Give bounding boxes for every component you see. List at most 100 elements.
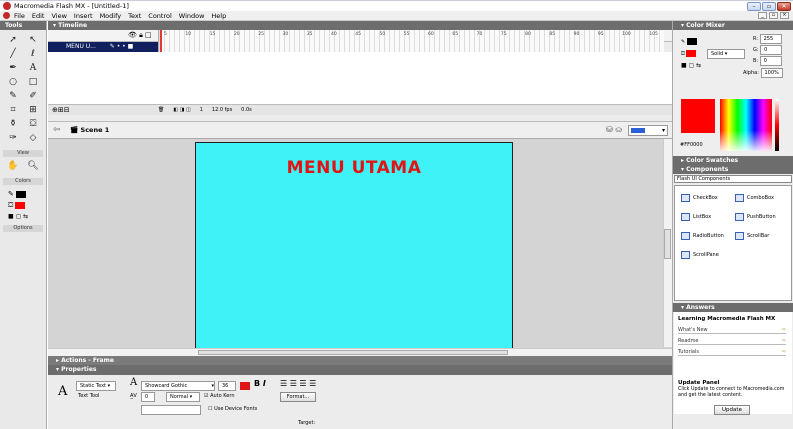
format-button[interactable]: Format... <box>280 392 316 402</box>
zoom-dropdown[interactable]: ▾ <box>628 125 668 136</box>
edit-symbol-icons[interactable]: ⛁ ⛀ <box>606 125 622 134</box>
layer-row[interactable]: MENU U... ✎ • • ■ <box>48 42 158 52</box>
close-button[interactable]: ✕ <box>777 2 791 11</box>
swap-colors-icons[interactable]: ■ ▢ ⇆ <box>681 62 701 69</box>
menu-file[interactable]: File <box>14 11 25 21</box>
component-label: ListBox <box>693 214 712 220</box>
color-options-icons[interactable]: ■ ▢ ⇆ <box>8 213 38 220</box>
device-fonts-checkbox[interactable]: ☐ Use Device Fonts <box>208 405 257 413</box>
kerning-select[interactable]: Normal ▾ <box>166 392 200 402</box>
layer-buttons-icon[interactable]: ⊕⊞⊟ <box>52 106 70 114</box>
delete-layer-icon[interactable]: 🗑︎ <box>158 105 164 116</box>
component-scrollbar[interactable]: ScrollBar <box>735 232 769 240</box>
green-field[interactable]: 0 <box>760 45 783 55</box>
update-button[interactable]: Update <box>714 405 750 415</box>
font-value: Showcard Gothic <box>145 383 188 389</box>
pen-tool-icon[interactable]: ✒ <box>6 62 20 74</box>
menu-control[interactable]: Control <box>148 11 172 21</box>
maximize-button[interactable]: ▫ <box>762 2 776 11</box>
properties-panel-header[interactable]: ▾ Properties <box>48 365 672 375</box>
vertical-scroll-thumb[interactable] <box>664 229 671 259</box>
fill-color-well[interactable]: ⛋ <box>681 50 697 57</box>
horizontal-scrollbar[interactable] <box>48 348 672 356</box>
menu-window[interactable]: Window <box>179 11 205 21</box>
stage[interactable]: MENU UTAMA <box>195 142 513 350</box>
bold-italic-buttons[interactable]: B I <box>254 380 266 388</box>
component-pushbutton[interactable]: PushButton <box>735 213 776 221</box>
align-buttons[interactable]: ☰ ☰ ☰ ☰ <box>280 380 316 388</box>
menu-text[interactable]: Text <box>128 11 141 21</box>
color-swatches-header[interactable]: ▸ Color Swatches <box>673 156 793 165</box>
ink-bottle-tool-icon[interactable]: ⚱ <box>6 118 20 130</box>
menu-modify[interactable]: Modify <box>100 11 122 21</box>
fill-transform-tool-icon[interactable]: ⊞ <box>26 104 40 116</box>
brush-tool-icon[interactable]: ✐ <box>26 90 40 102</box>
component-checkbox[interactable]: CheckBox <box>681 194 718 202</box>
onion-skin-icons[interactable]: ◧ ◨ ◫ <box>173 105 190 116</box>
hex-value[interactable]: #FF0000 <box>680 142 703 148</box>
hand-tool-icon[interactable]: ✋ <box>6 160 20 172</box>
layer-visibility-icons[interactable]: 👁︎ 🔒︎ □ <box>128 31 152 40</box>
component-combobox[interactable]: ComboBox <box>735 194 774 202</box>
link-tutorials[interactable]: Tutorials ⇨ <box>678 349 786 356</box>
doc-minimize-button[interactable]: _ <box>758 12 767 19</box>
minimize-button[interactable]: – <box>747 2 761 11</box>
back-arrow-icon[interactable]: ⇦ <box>53 125 61 135</box>
ruler-num: 75 <box>500 32 507 37</box>
oval-tool-icon[interactable]: ○ <box>6 76 20 88</box>
stroke-color-swatch[interactable] <box>15 191 26 198</box>
eraser-tool-icon[interactable]: ◇ <box>26 132 40 144</box>
font-select[interactable]: Showcard Gothic ▾ <box>141 381 215 391</box>
listbox-icon <box>681 213 690 221</box>
paint-bucket-tool-icon[interactable]: ⛋ <box>26 118 40 130</box>
blue-field[interactable]: 0 <box>759 56 782 66</box>
font-size-field[interactable]: 36 <box>218 381 236 391</box>
menu-help[interactable]: Help <box>211 11 226 21</box>
menu-insert[interactable]: Insert <box>74 11 93 21</box>
text-tool-icon[interactable]: A <box>26 62 40 74</box>
text-type-select[interactable]: Static Text ▾ <box>76 381 116 391</box>
url-field[interactable] <box>141 405 201 415</box>
eyedropper-tool-icon[interactable]: ✑ <box>6 132 20 144</box>
line-tool-icon[interactable]: ╱ <box>6 48 20 60</box>
timeline-title[interactable]: ▾ Timeline <box>48 21 672 30</box>
free-transform-tool-icon[interactable]: ⌗ <box>6 104 20 116</box>
scene-breadcrumb[interactable]: 🎬︎ Scene 1 <box>70 126 109 134</box>
arrow-tool-icon[interactable]: ➚ <box>6 34 20 46</box>
spacing-field[interactable]: 0 <box>141 392 155 402</box>
menu-edit[interactable]: Edit <box>32 11 45 21</box>
auto-kern-checkbox[interactable]: ☑ Auto Kern <box>204 392 235 400</box>
menu-view[interactable]: View <box>51 11 66 21</box>
text-color-swatch[interactable] <box>240 382 250 390</box>
document-icon[interactable] <box>3 12 10 19</box>
link-readme[interactable]: Readme ⇨ <box>678 338 786 345</box>
doc-close-button[interactable]: × <box>780 12 789 19</box>
component-set-select[interactable]: Flash UI Components <box>674 175 792 183</box>
stroke-color-well[interactable]: ✎ <box>681 38 697 45</box>
zoom-tool-icon[interactable]: 🔍︎ <box>26 160 40 172</box>
vertical-scrollbar[interactable] <box>663 139 672 347</box>
alpha-field[interactable]: 100% <box>760 68 783 78</box>
color-mixer-header[interactable]: ▾ Color Mixer <box>673 21 793 30</box>
fill-style-select[interactable]: Solid ▾ <box>707 49 745 59</box>
doc-restore-button[interactable]: ▫ <box>769 12 778 19</box>
horizontal-scroll-thumb[interactable] <box>198 350 508 355</box>
component-listbox[interactable]: ListBox <box>681 213 711 221</box>
fill-color-swatch[interactable] <box>15 202 26 209</box>
answers-header[interactable]: ▾ Answers <box>673 303 793 312</box>
components-header[interactable]: ▾ Components <box>673 165 793 174</box>
pencil-tool-icon[interactable]: ✎ <box>6 90 20 102</box>
link-whats-new[interactable]: What's New ⇨ <box>678 327 786 334</box>
color-spectrum[interactable] <box>720 99 772 151</box>
window-title: Macromedia Flash MX - [Untitled-1] <box>14 2 129 10</box>
subselect-tool-icon[interactable]: ↖ <box>26 34 40 46</box>
lasso-tool-icon[interactable]: ℓ <box>26 48 40 60</box>
stage-title-text[interactable]: MENU UTAMA <box>196 158 512 178</box>
component-scrollpane[interactable]: ScrollPane <box>681 251 719 259</box>
text-type-value: Static Text <box>80 383 106 389</box>
brightness-slider[interactable] <box>775 99 779 151</box>
rectangle-tool-icon[interactable]: □ <box>26 76 40 88</box>
component-radiobutton[interactable]: RadioButton <box>681 232 724 240</box>
red-field[interactable]: 255 <box>759 34 782 44</box>
actions-panel-header[interactable]: ▸ Actions - Frame <box>48 356 672 365</box>
